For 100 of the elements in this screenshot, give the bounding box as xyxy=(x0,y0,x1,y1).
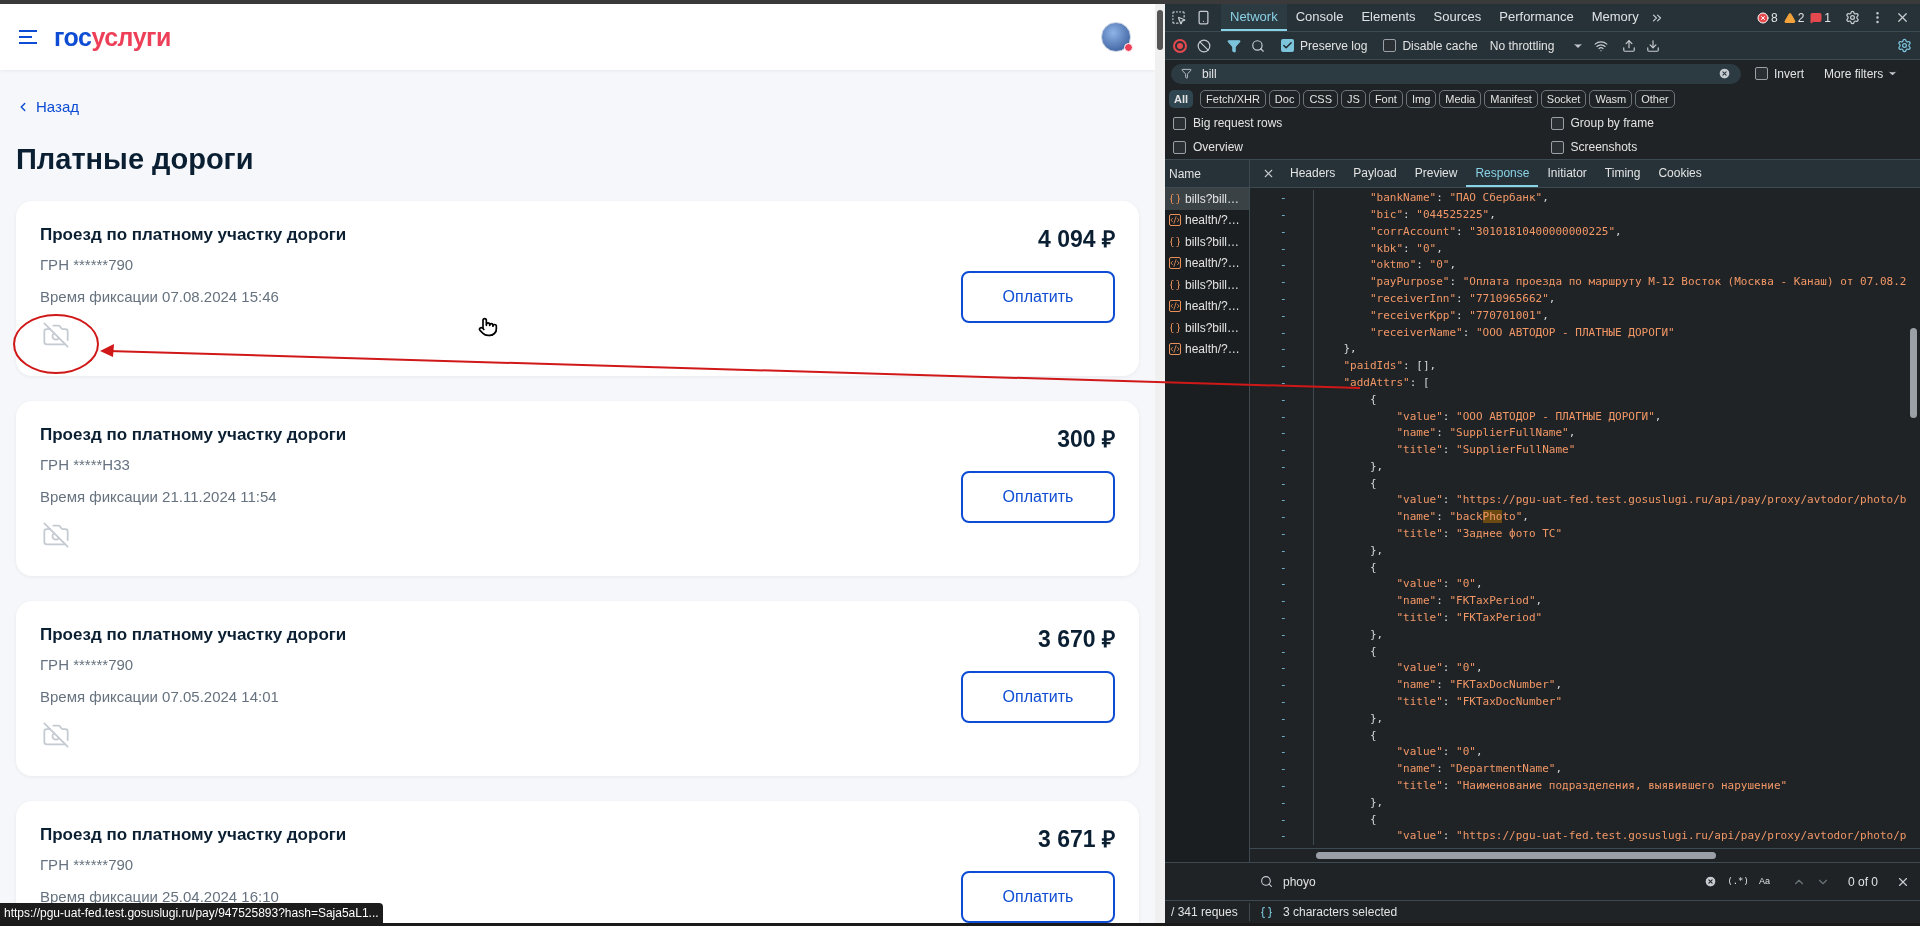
display-option[interactable]: Screenshots xyxy=(1542,135,1920,159)
display-option[interactable]: Big request rows xyxy=(1165,111,1543,135)
checkbox[interactable] xyxy=(1281,39,1294,52)
detail-tab[interactable]: Payload xyxy=(1344,160,1406,187)
detail-tab[interactable]: Response xyxy=(1466,160,1539,187)
checkbox[interactable] xyxy=(1173,140,1186,154)
grn-number: ГРН ******790 xyxy=(40,254,135,275)
issue-count[interactable]: 1 xyxy=(1810,8,1831,27)
checkbox[interactable] xyxy=(1755,67,1768,80)
display-option[interactable]: Group by frame xyxy=(1542,111,1920,135)
network-conditions-icon[interactable] xyxy=(1594,38,1609,53)
close-icon[interactable] xyxy=(1895,10,1910,25)
settings-icon[interactable] xyxy=(1845,10,1860,25)
more-filters-dropdown[interactable]: More filters xyxy=(1824,64,1899,83)
clear-icon[interactable] xyxy=(1718,67,1731,80)
devtools-tab[interactable]: Console xyxy=(1286,4,1353,31)
resource-type-chip[interactable]: All xyxy=(1169,90,1194,108)
gutter-mark: - xyxy=(1250,710,1314,728)
detail-tab[interactable]: Cookies xyxy=(1649,160,1711,187)
devtools-tab[interactable]: Elements xyxy=(1352,4,1425,31)
request-row[interactable]: bills?bill… xyxy=(1165,317,1249,339)
settings-icon[interactable] xyxy=(1897,38,1912,53)
gutter-mark: - xyxy=(1250,341,1314,358)
resource-type-chip[interactable]: Font xyxy=(1368,90,1403,108)
resource-type-chip[interactable]: Doc xyxy=(1268,90,1301,108)
throttling-dropdown[interactable]: No throttling xyxy=(1489,36,1585,55)
pretty-print-icon[interactable] xyxy=(1260,905,1273,919)
selection-status: 3 characters selected xyxy=(1283,904,1398,921)
code-line: "title": "Заднее фото ТС" xyxy=(1395,526,1563,543)
search-field[interactable]: phoyo xyxy=(1283,872,1695,891)
menu-icon[interactable] xyxy=(18,29,38,45)
request-row[interactable]: bills?bill… xyxy=(1165,274,1249,296)
name-column-header[interactable]: Name xyxy=(1165,160,1250,187)
download-icon[interactable] xyxy=(1646,38,1661,53)
request-row[interactable]: bills?bill… xyxy=(1165,188,1249,210)
request-row[interactable]: health/?… xyxy=(1165,295,1249,317)
pay-button[interactable]: Оплатить xyxy=(961,470,1115,523)
devtools-tab[interactable]: Network xyxy=(1221,4,1287,31)
resource-type-chip[interactable]: Fetch/XHR xyxy=(1200,90,1266,108)
close-icon[interactable] xyxy=(1262,167,1275,180)
request-row[interactable]: health/?… xyxy=(1165,209,1249,231)
gutter-mark: - xyxy=(1250,492,1314,510)
gutter-mark: - xyxy=(1250,609,1314,627)
resource-type-chip[interactable]: JS xyxy=(1341,90,1366,108)
request-row[interactable]: bills?bill… xyxy=(1165,231,1249,253)
request-row[interactable]: health/?… xyxy=(1165,338,1249,360)
code-line: "receiverKpp": "770701001", xyxy=(1369,307,1549,324)
disable-cache-option[interactable]: Disable cache xyxy=(1383,36,1478,55)
bill-amount: 3 670 ₽ xyxy=(1038,624,1115,654)
resource-type-chip[interactable]: Manifest xyxy=(1484,90,1538,108)
error-count[interactable]: 8 xyxy=(1756,8,1778,27)
bill-title: Проезд по платному участку дороги xyxy=(40,423,347,446)
device-icon[interactable] xyxy=(1196,10,1211,25)
display-option[interactable]: Overview xyxy=(1165,135,1543,159)
devtools-tab[interactable]: Performance xyxy=(1490,4,1583,31)
resource-type-chip[interactable]: CSS xyxy=(1303,90,1339,108)
inspect-icon[interactable] xyxy=(1171,10,1186,25)
code-line: }, xyxy=(1368,542,1384,559)
detail-tab[interactable]: Timing xyxy=(1595,160,1650,187)
checkbox[interactable] xyxy=(1173,116,1186,130)
filter-icon[interactable] xyxy=(1227,38,1241,53)
site-logo[interactable]: госуслуги xyxy=(54,24,171,50)
warning-count[interactable]: 2 xyxy=(1783,8,1805,27)
resource-type-chip[interactable]: Wasm xyxy=(1589,90,1633,108)
filter-field[interactable]: bill xyxy=(1171,63,1741,84)
resource-type-chip[interactable]: Media xyxy=(1439,90,1482,108)
search-icon[interactable] xyxy=(1251,38,1265,53)
checkbox[interactable] xyxy=(1550,140,1564,154)
clear-search-icon[interactable] xyxy=(1704,875,1718,888)
detail-tab[interactable]: Headers xyxy=(1281,160,1345,187)
document-icon xyxy=(1169,300,1181,313)
gutter-mark: - xyxy=(1250,811,1314,829)
preserve-log-option[interactable]: Preserve log xyxy=(1281,36,1368,55)
request-row[interactable]: health/?… xyxy=(1165,252,1249,274)
regex-toggle[interactable]: (.*) xyxy=(1727,874,1749,889)
detail-tab[interactable]: Initiator xyxy=(1538,160,1596,187)
checkbox[interactable] xyxy=(1383,39,1397,52)
devtools-tab[interactable]: Sources xyxy=(1424,4,1491,31)
record-icon[interactable] xyxy=(1173,38,1187,53)
resource-type-chip[interactable]: Socket xyxy=(1540,90,1587,108)
search-match: Pho xyxy=(1482,510,1503,524)
gutter-mark: - xyxy=(1250,559,1314,577)
resource-type-chip[interactable]: Other xyxy=(1635,90,1675,108)
user-avatar[interactable] xyxy=(1101,22,1131,52)
pay-button[interactable]: Оплатить xyxy=(961,270,1115,323)
pay-button[interactable]: Оплатить xyxy=(961,670,1115,723)
detail-tab[interactable]: Preview xyxy=(1405,160,1467,187)
checkbox[interactable] xyxy=(1550,116,1564,130)
code-line: "value": "0", xyxy=(1395,660,1483,677)
back-link[interactable]: Назад xyxy=(16,96,1139,119)
match-case-toggle[interactable]: Aa xyxy=(1758,874,1770,889)
gutter-mark: - xyxy=(1250,744,1314,762)
code-line: "value": "ООО АВТОДОР - ПЛАТНЫЕ ДОРОГИ", xyxy=(1395,408,1662,425)
gutter-mark: - xyxy=(1250,475,1314,493)
pay-button[interactable]: Оплатить xyxy=(961,870,1115,923)
devtools-tab[interactable]: Memory xyxy=(1582,4,1648,31)
page-scrollbar[interactable] xyxy=(1155,4,1165,923)
upload-icon[interactable] xyxy=(1622,38,1637,53)
invert-option[interactable]: Invert xyxy=(1755,64,1804,83)
resource-type-chip[interactable]: Img xyxy=(1405,90,1437,108)
